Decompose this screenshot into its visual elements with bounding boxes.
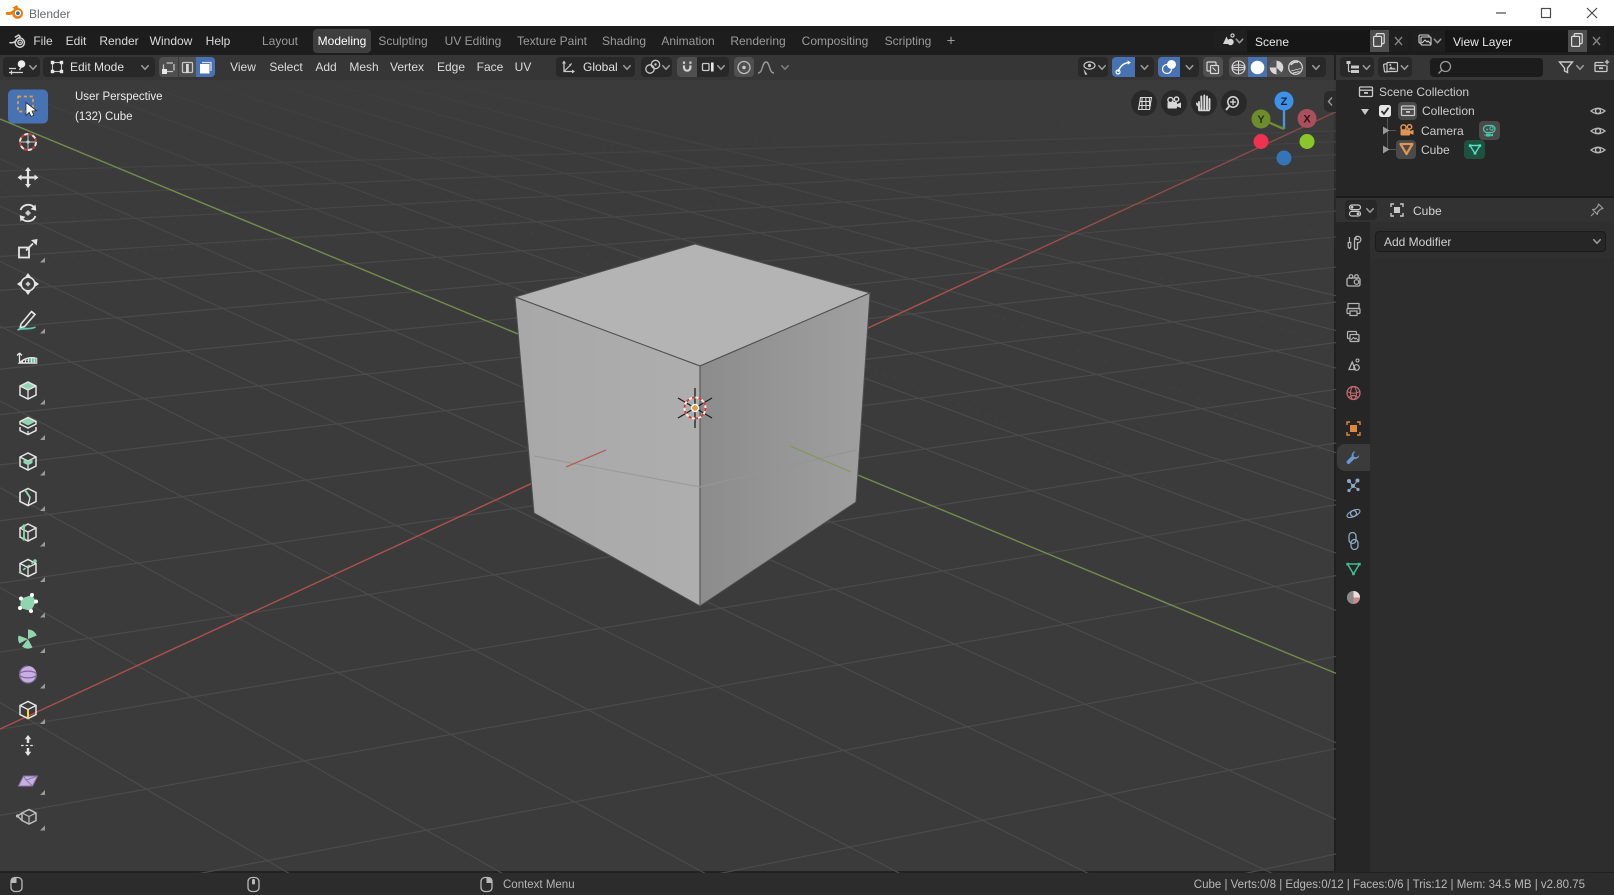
svg-text:User Perspective: User Perspective xyxy=(75,91,163,103)
svg-text:Z: Z xyxy=(1281,96,1288,108)
svg-text:X: X xyxy=(1303,114,1311,126)
svg-text:Y: Y xyxy=(1257,114,1265,126)
svg-text:(132) Cube: (132) Cube xyxy=(75,111,133,123)
